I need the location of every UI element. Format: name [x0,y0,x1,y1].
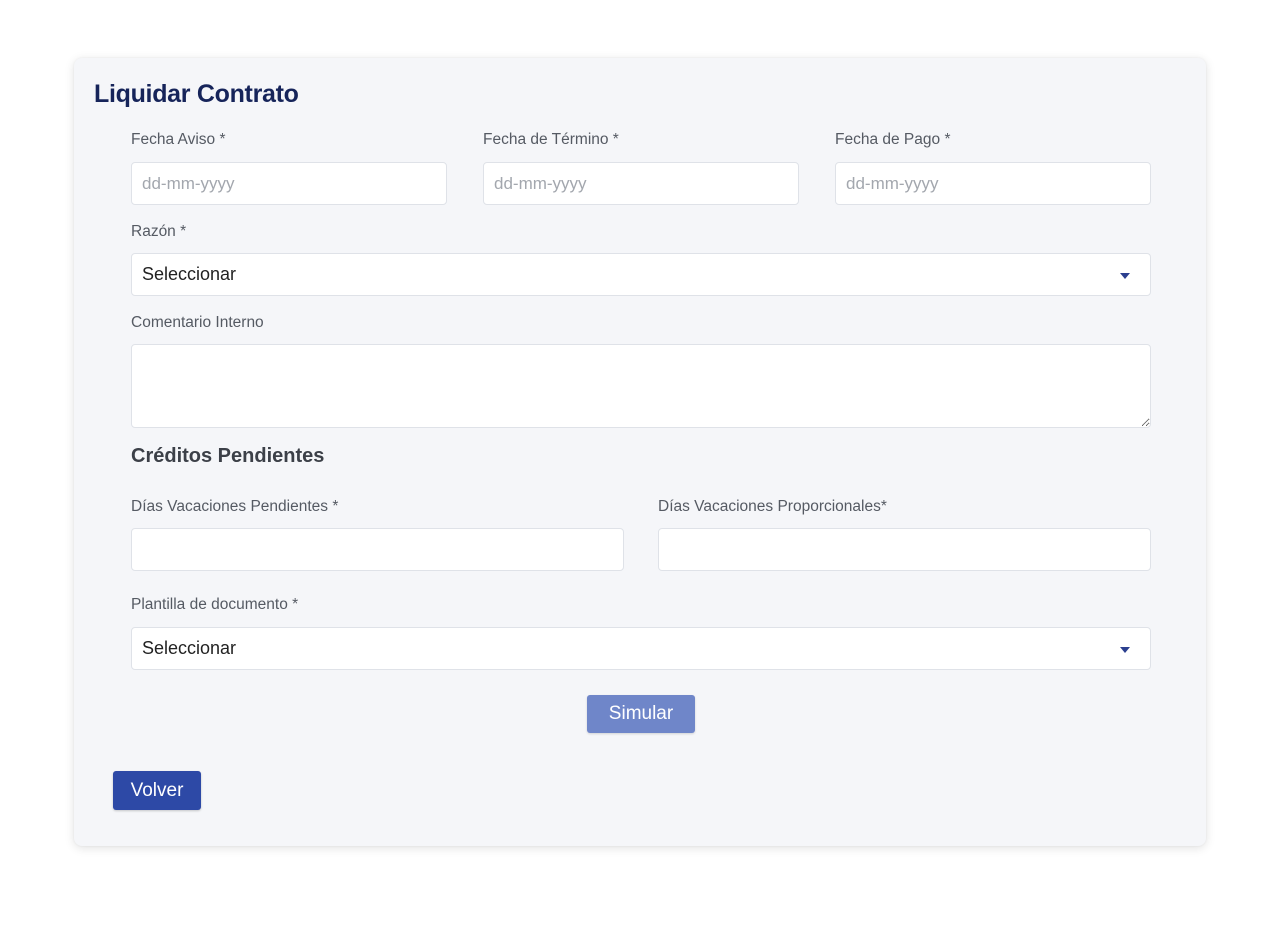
razon-select[interactable]: Seleccionar [131,253,1151,296]
fecha-termino-input[interactable] [483,162,799,205]
vacaciones-proporcionales-label: Días Vacaciones Proporcionales* [658,498,887,515]
razon-label: Razón * [131,223,187,240]
plantilla-selected-value: Seleccionar [142,638,237,658]
plantilla-select[interactable]: Seleccionar [131,627,1151,670]
simular-button[interactable]: Simular [587,695,695,733]
fecha-pago-input[interactable] [835,162,1151,205]
creditos-section-title: Créditos Pendientes [131,445,325,467]
caret-down-icon [1120,272,1130,279]
fecha-aviso-input[interactable] [131,162,447,205]
vacaciones-proporcionales-input[interactable] [658,528,1151,571]
vacaciones-pendientes-input[interactable] [131,528,624,571]
caret-down-icon [1120,646,1130,653]
plantilla-label: Plantilla de documento * [131,596,299,613]
liquidar-contrato-card: Liquidar Contrato Fecha Aviso * Fecha de… [74,58,1206,846]
fecha-aviso-label: Fecha Aviso * [131,131,226,148]
comentario-label: Comentario Interno [131,314,264,331]
fecha-termino-label: Fecha de Término * [483,131,619,148]
comentario-textarea[interactable] [131,344,1151,428]
page-title: Liquidar Contrato [94,80,299,108]
fecha-pago-label: Fecha de Pago * [835,131,951,148]
volver-button[interactable]: Volver [113,771,201,810]
vacaciones-pendientes-label: Días Vacaciones Pendientes * [131,498,339,515]
razon-selected-value: Seleccionar [142,264,237,284]
